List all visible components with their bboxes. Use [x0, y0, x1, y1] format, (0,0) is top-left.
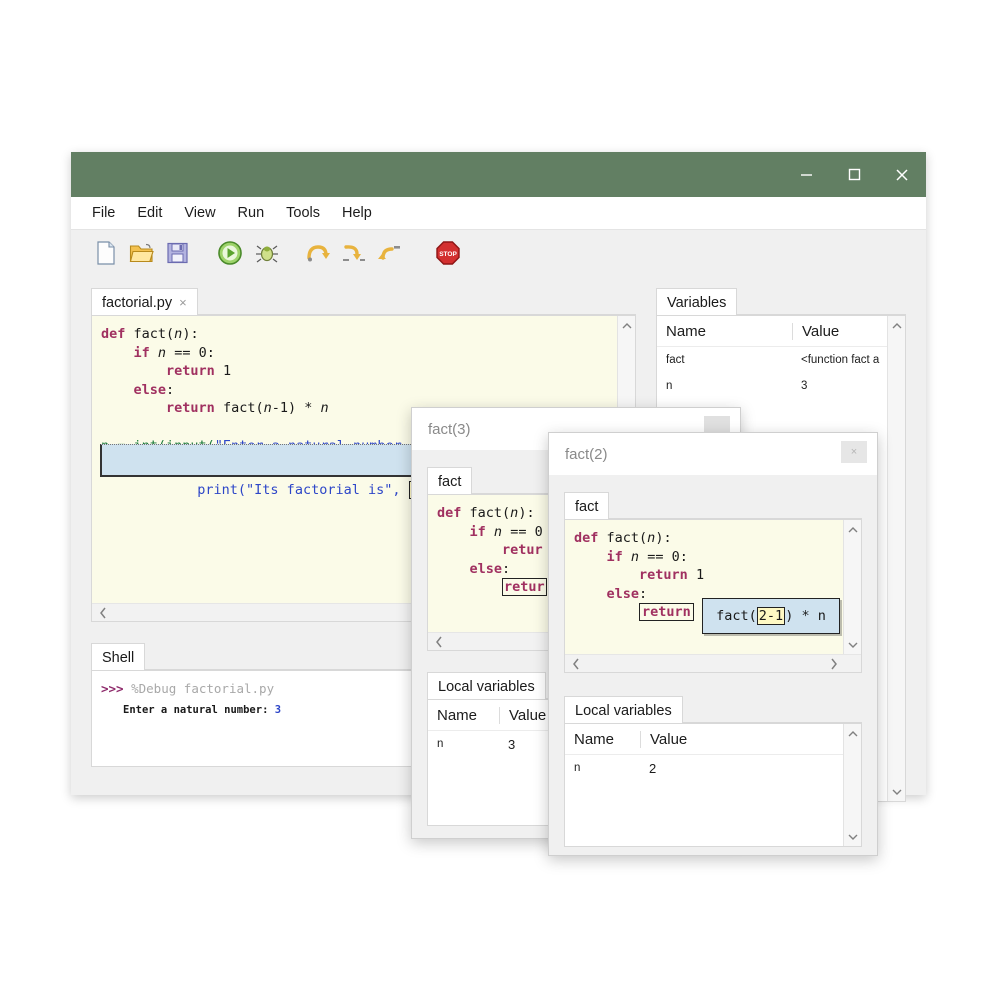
window-titlebar: [71, 152, 926, 197]
dialog-fact3-title: fact(3): [428, 420, 471, 438]
variables-tab-strip: Variables: [656, 287, 906, 316]
shell-prompt: >>>: [101, 681, 124, 696]
dialog-fact2-vscrollbar[interactable]: [843, 520, 861, 672]
tab-close-icon[interactable]: ×: [179, 295, 187, 310]
dialog-fact2-locals-tab-label: Local variables: [575, 702, 672, 719]
dialog-fact2: fact(2) × fact def fact(n): if n == 0: r…: [548, 432, 878, 856]
variables-vertical-scrollbar[interactable]: [887, 316, 905, 801]
dialog-fact2-locals-section: Local variables Name Value n 2: [564, 695, 862, 847]
menu-edit[interactable]: Edit: [126, 202, 173, 224]
close-button[interactable]: [878, 152, 926, 197]
dialog-fact2-hscrollbar[interactable]: [565, 654, 861, 672]
menu-file[interactable]: File: [81, 202, 126, 224]
table-row[interactable]: fact <function fact a: [657, 347, 905, 373]
editor-active-line: print("Its factorial is", fact(3)): [100, 444, 478, 499]
tooltip-suffix: ) * n: [785, 608, 826, 624]
menu-tools[interactable]: Tools: [275, 202, 331, 224]
editor-tab-filler: [197, 287, 636, 315]
window-controls: [782, 152, 926, 197]
debug-icon[interactable]: [251, 238, 281, 268]
dialog-fact3-tab-label: fact: [438, 473, 462, 490]
tab-local-variables-3[interactable]: Local variables: [427, 672, 546, 700]
locals3-row-0-name: n: [437, 738, 444, 750]
tab-local-variables-2[interactable]: Local variables: [564, 696, 683, 724]
scroll-left-icon[interactable]: [430, 633, 447, 650]
tab-variables[interactable]: Variables: [656, 288, 738, 316]
variables-col-value[interactable]: Value: [792, 322, 892, 340]
dialog-fact2-locals-table[interactable]: Name Value n 2: [564, 723, 862, 847]
dialog-fact2-locals-vscrollbar[interactable]: [843, 724, 861, 846]
run-icon[interactable]: [215, 238, 245, 268]
scroll-down-icon[interactable]: [844, 636, 861, 653]
editor-tab-label: factorial.py: [102, 294, 173, 311]
shell-tab-label: Shell: [102, 649, 135, 666]
variables-tab-label: Variables: [667, 294, 727, 311]
dialog-fact2-code-pane[interactable]: def fact(n): if n == 0: return 1 else: r…: [564, 519, 862, 673]
expression-tooltip: fact(2-1) * n: [702, 598, 840, 634]
dialog-fact2-titlebar: fact(2) ×: [549, 433, 877, 475]
dialog-fact2-locals-header: Name Value: [565, 724, 861, 755]
scroll-up-icon[interactable]: [844, 725, 861, 742]
table-row[interactable]: n 2: [565, 755, 861, 781]
minimize-button[interactable]: [782, 152, 830, 197]
menu-view[interactable]: View: [173, 202, 226, 224]
scroll-up-icon[interactable]: [888, 317, 905, 334]
locals2-col-name[interactable]: Name: [565, 731, 640, 748]
step-over-icon[interactable]: [303, 238, 333, 268]
shell-input-value: 3: [274, 704, 282, 716]
dialog-fact3-locals-tab-label: Local variables: [438, 678, 535, 695]
menubar: File Edit View Run Tools Help: [71, 197, 926, 230]
new-file-icon[interactable]: [91, 238, 121, 268]
step-out-icon[interactable]: [375, 238, 405, 268]
variables-row-1-value: 3: [801, 380, 808, 392]
stop-icon[interactable]: STOP: [433, 238, 463, 268]
tab-shell[interactable]: Shell: [91, 643, 146, 671]
step-into-icon[interactable]: [339, 238, 369, 268]
scroll-up-icon[interactable]: [618, 317, 635, 334]
scroll-left-icon[interactable]: [567, 655, 584, 672]
menu-help[interactable]: Help: [331, 202, 383, 224]
locals3-col-name[interactable]: Name: [428, 707, 499, 724]
tab-fact-2[interactable]: fact: [564, 492, 610, 520]
scroll-up-icon[interactable]: [844, 521, 861, 538]
shell-command: %Debug factorial.py: [131, 681, 275, 696]
variables-row-1-name: n: [666, 380, 673, 392]
dialog-fact2-tab-label: fact: [575, 498, 599, 515]
variables-tab-filler: [737, 287, 906, 315]
dialog-fact2-code-section: fact def fact(n): if n == 0: return 1 el…: [564, 491, 862, 673]
locals2-col-value[interactable]: Value: [640, 730, 720, 748]
scroll-down-icon[interactable]: [844, 828, 861, 845]
dialog-fact2-title: fact(2): [565, 445, 608, 463]
scroll-right-icon[interactable]: [825, 655, 842, 672]
tab-fact-3[interactable]: fact: [427, 467, 473, 495]
dialog-fact2-tab-filler: [609, 491, 862, 519]
locals2-row-0-value: 2: [649, 760, 657, 776]
tooltip-prefix: fact(: [716, 608, 757, 624]
open-file-icon[interactable]: [127, 238, 157, 268]
scroll-down-icon[interactable]: [888, 783, 905, 800]
locals2-row-0-name: n: [574, 762, 581, 774]
menu-run[interactable]: Run: [227, 202, 276, 224]
tab-factorial-py[interactable]: factorial.py ×: [91, 288, 198, 316]
active-line-prefix: print("Its factorial is",: [197, 482, 409, 498]
scroll-left-icon[interactable]: [94, 604, 111, 621]
dialog-fact2-locals-filler: [682, 695, 862, 723]
editor-tab-strip: factorial.py ×: [91, 287, 636, 316]
dialog-fact2-locals-tab-strip: Local variables: [564, 695, 862, 724]
tooltip-expression[interactable]: 2-1: [756, 607, 786, 625]
table-row[interactable]: n 3: [657, 373, 905, 399]
variables-row-0-value: <function fact a: [801, 354, 880, 366]
shell-output-prompt: Enter a natural number:: [123, 704, 275, 716]
variables-table-header: Name Value: [657, 316, 905, 347]
save-file-icon[interactable]: [163, 238, 193, 268]
svg-text:STOP: STOP: [439, 251, 457, 258]
dialog-fact2-close-button[interactable]: ×: [841, 441, 867, 463]
maximize-button[interactable]: [830, 152, 878, 197]
toolbar: STOP: [71, 230, 926, 276]
dialog-fact2-tab-strip: fact: [564, 491, 862, 520]
variables-row-0-name: fact: [666, 354, 685, 366]
variables-col-name[interactable]: Name: [657, 323, 792, 340]
